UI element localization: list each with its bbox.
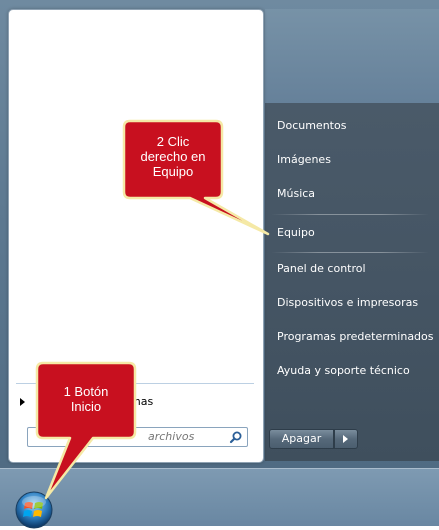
callout-step-2-line-3: Equipo — [152, 164, 194, 179]
search-icon[interactable] — [229, 430, 243, 444]
callout-step-1: 1 Botón Inicio — [41, 384, 131, 414]
menu-item-ayuda[interactable]: Ayuda y soporte técnico — [277, 360, 410, 382]
right-arrow-icon — [343, 435, 348, 443]
menu-item-musica[interactable]: Música — [277, 183, 315, 205]
menu-separator — [271, 214, 429, 215]
windows-start-orb-icon[interactable] — [14, 490, 54, 530]
menu-item-programas-predeterminados[interactable]: Programas predeterminados — [277, 326, 434, 348]
callout-step-2-line-2: derecho en — [140, 149, 206, 164]
shutdown-button[interactable]: Apagar — [269, 429, 334, 449]
shutdown-options-button[interactable] — [334, 429, 358, 449]
callout-step-2-line-1: 2 Clic — [156, 134, 190, 149]
menu-item-panel-de-control[interactable]: Panel de control — [277, 258, 366, 280]
search-placeholder: archivos — [148, 430, 195, 443]
search-input[interactable]: archivos — [27, 427, 248, 447]
right-arrow-icon — [20, 398, 25, 406]
all-programs-label: mas — [130, 395, 154, 408]
menu-item-imagenes[interactable]: Imágenes — [277, 149, 331, 171]
menu-item-dispositivos[interactable]: Dispositivos e impresoras — [277, 292, 418, 314]
callout-step-2: 2 Clic derecho en Equipo — [128, 134, 218, 179]
user-picture-area — [265, 9, 439, 103]
callout-step-1-line-1: 1 Botón — [63, 384, 109, 399]
menu-item-documentos[interactable]: Documentos — [277, 115, 346, 137]
menu-item-equipo[interactable]: Equipo — [277, 222, 315, 244]
menu-separator — [271, 252, 429, 253]
callout-step-1-line-2: Inicio — [70, 399, 102, 414]
taskbar — [0, 468, 439, 526]
